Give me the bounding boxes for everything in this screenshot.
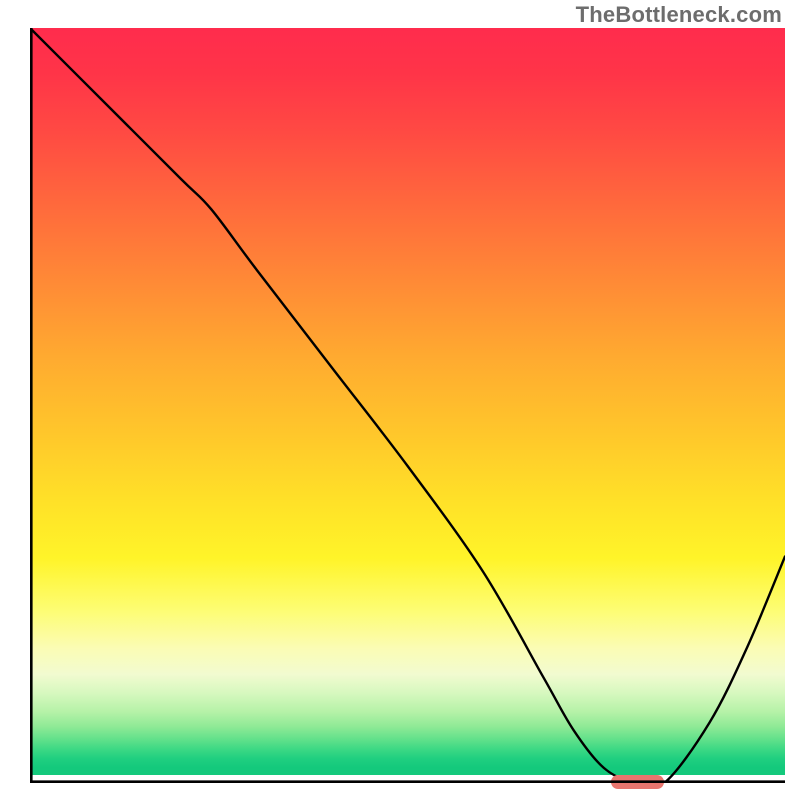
chart-plot-area [30,28,785,783]
chart-axes [30,28,785,783]
watermark-text: TheBottleneck.com [576,2,782,28]
